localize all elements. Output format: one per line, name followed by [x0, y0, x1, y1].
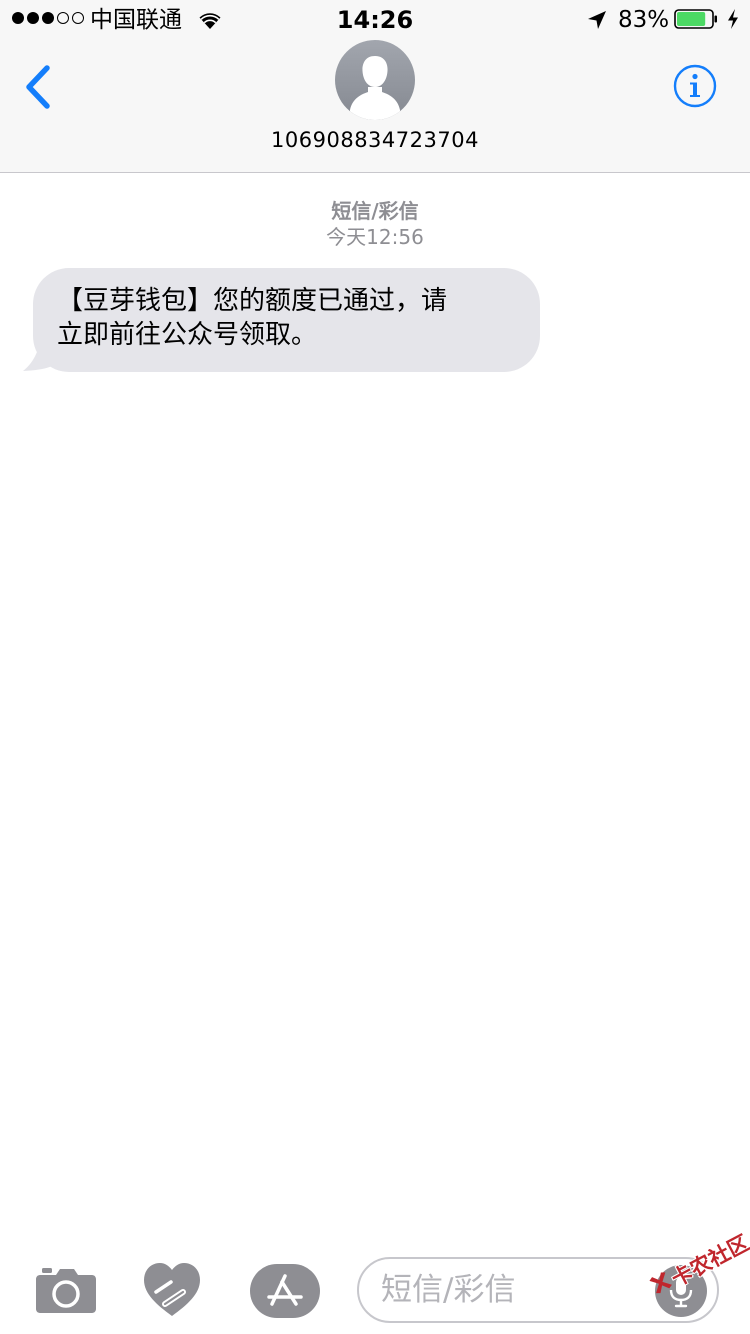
- battery-percentage: 83%: [618, 7, 670, 33]
- camera-button[interactable]: [36, 1266, 96, 1314]
- message-line: 【豆芽钱包】您的额度已通过，请: [57, 286, 448, 316]
- back-button[interactable]: [20, 62, 56, 112]
- chevron-left-icon: [26, 65, 50, 109]
- message-timestamp: 今天12:56: [326, 225, 424, 249]
- contact-number[interactable]: 106908834723704: [0, 126, 750, 154]
- battery-level-fill: [677, 12, 706, 26]
- message-input[interactable]: [381, 1267, 641, 1313]
- message-type-label: 短信/彩信: [331, 199, 419, 223]
- location-arrow-icon: [588, 11, 606, 29]
- contact-avatar[interactable]: [335, 40, 415, 120]
- charging-bolt-icon: [728, 9, 738, 29]
- digital-touch-button[interactable]: [143, 1262, 201, 1318]
- info-circle-icon: [673, 64, 717, 108]
- person-silhouette-icon: [350, 56, 400, 120]
- compose-toolbar: [0, 1240, 750, 1334]
- info-button[interactable]: [673, 64, 717, 108]
- message-bubble[interactable]: 【豆芽钱包】您的额度已通过，请 立即前往公众号领取。: [33, 268, 540, 372]
- battery-icon: [674, 9, 717, 29]
- app-store-button[interactable]: [250, 1264, 320, 1318]
- status-bar: 中国联通 14:26 83%: [0, 0, 750, 40]
- app-store-icon: [250, 1264, 320, 1318]
- camera-icon: [36, 1268, 96, 1313]
- digital-touch-heart-icon: [144, 1263, 200, 1316]
- messages-screen: 中国联通 14:26 83% 106908834723704 短信/彩信 今天1…: [0, 0, 750, 1334]
- message-line: 立即前往公众号领取。: [57, 320, 318, 350]
- watermark-text: 卡农社区: [667, 1230, 750, 1292]
